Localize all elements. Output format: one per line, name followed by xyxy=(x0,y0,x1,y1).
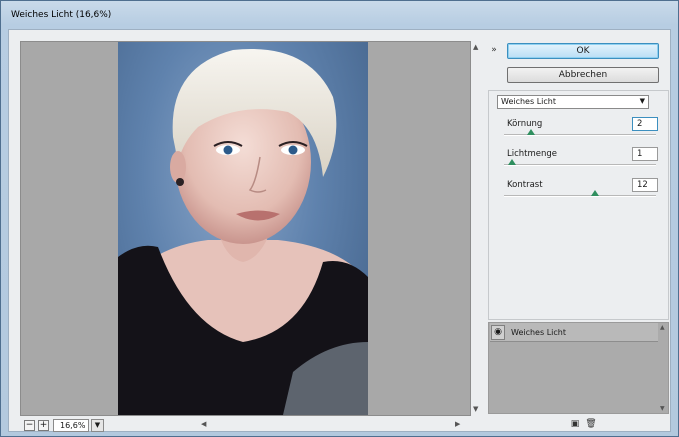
preview-area[interactable] xyxy=(20,41,471,416)
filter-select[interactable]: Weiches Licht ▼ xyxy=(497,95,649,109)
zoom-level-field[interactable]: 16,6% xyxy=(53,419,89,432)
zoom-out-button[interactable]: − xyxy=(24,420,35,431)
zoom-in-button[interactable]: + xyxy=(38,420,49,431)
trash-icon[interactable]: 🗑 xyxy=(585,418,597,430)
filter-select-value: Weiches Licht xyxy=(501,97,556,106)
layer-scroll-down-arrow-icon[interactable]: ▼ xyxy=(660,405,665,412)
scroll-right-arrow-icon[interactable]: ▶ xyxy=(455,420,460,428)
zoom-dropdown-chevron-icon[interactable]: ▼ xyxy=(91,419,104,432)
preview-image xyxy=(118,42,368,415)
koernung-field[interactable]: 2 xyxy=(632,117,658,131)
dialog-body: ▲ ▼ − + 16,6% ▼ ◀ ▶ » OK Abbrechen Weich… xyxy=(8,29,671,432)
layer-scroll-up-arrow-icon[interactable]: ▲ xyxy=(660,324,665,331)
kontrast-field[interactable]: 12 xyxy=(632,178,658,192)
param-label-koernung: Körnung xyxy=(507,119,543,129)
param-label-kontrast: Kontrast xyxy=(507,180,543,190)
param-label-lichtmenge: Lichtmenge xyxy=(507,149,558,159)
koernung-slider-thumb[interactable] xyxy=(527,129,536,135)
effect-layer-name: Weiches Licht xyxy=(511,328,566,337)
kontrast-slider-track[interactable] xyxy=(504,195,656,197)
filter-gallery-window: Weiches Licht (16,6%) ▲ ▼ − + 16,6% ▼ ◀ … xyxy=(0,0,679,437)
scroll-left-arrow-icon[interactable]: ◀ xyxy=(201,420,206,428)
new-effect-layer-icon[interactable]: ▣ xyxy=(569,418,581,430)
ok-button[interactable]: OK xyxy=(507,43,659,59)
lichtmenge-field[interactable]: 1 xyxy=(632,147,658,161)
kontrast-slider-thumb[interactable] xyxy=(591,190,600,196)
lichtmenge-slider-track[interactable] xyxy=(504,164,656,166)
eye-icon[interactable]: ◉ xyxy=(491,325,505,340)
window-title: Weiches Licht (16,6%) xyxy=(11,10,112,20)
lichtmenge-slider-thumb[interactable] xyxy=(507,159,516,165)
double-chevron-up-icon[interactable]: » xyxy=(488,45,500,57)
cancel-button[interactable]: Abbrechen xyxy=(507,67,659,83)
preview-vertical-scrollbar[interactable]: ▲ ▼ xyxy=(471,41,483,416)
scroll-up-arrow-icon[interactable]: ▲ xyxy=(473,43,478,51)
scroll-down-arrow-icon[interactable]: ▼ xyxy=(473,405,478,413)
dropdown-arrow-icon: ▼ xyxy=(639,97,645,105)
